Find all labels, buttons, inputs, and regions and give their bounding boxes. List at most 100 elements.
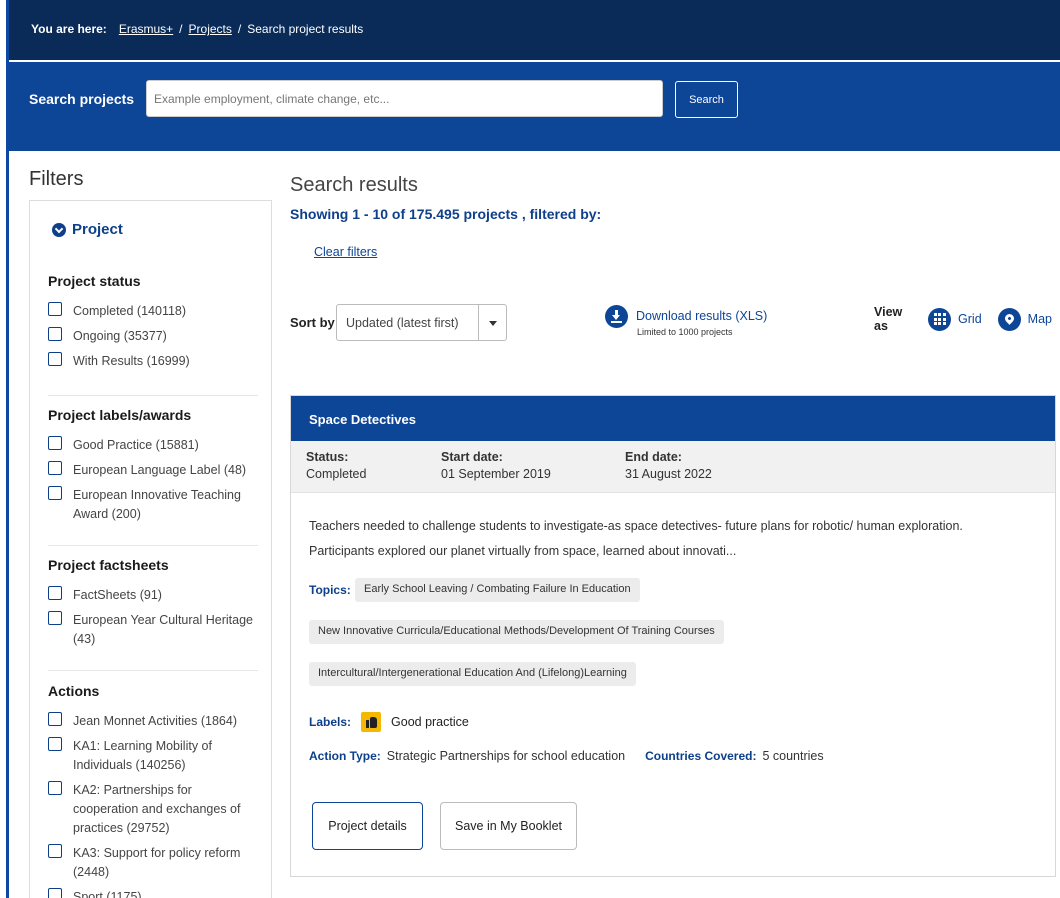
filter-checkbox-factsheets[interactable]: FactSheets (91) — [48, 586, 258, 605]
project-labels: Labels: Good practice — [309, 712, 469, 732]
filter-checkbox-jean-monnet[interactable]: Jean Monnet Activities (1864) — [48, 712, 258, 731]
topic-tag: Intercultural/Intergenerational Educatio… — [309, 662, 636, 686]
project-meta: Status: Completed Start date: 01 Septemb… — [291, 441, 1055, 493]
clear-filters-link[interactable]: Clear filters — [314, 245, 377, 259]
filter-label: KA3: Support for policy reform (2448) — [73, 846, 241, 879]
filter-label: European Innovative Teaching Award (200) — [73, 488, 241, 521]
project-title[interactable]: Space Detectives — [291, 396, 1055, 441]
checkbox[interactable] — [48, 352, 62, 366]
filter-group-actions: Actions Jean Monnet Activities (1864) KA… — [48, 683, 258, 898]
search-button[interactable]: Search — [675, 81, 738, 118]
download-icon — [605, 305, 628, 328]
filter-label: With Results (16999) — [73, 354, 190, 368]
filters-panel: Project Project status Completed (140118… — [29, 200, 272, 898]
filter-checkbox-ka1[interactable]: KA1: Learning Mobility of Individuals (1… — [48, 737, 258, 775]
sort-selected-value: Updated (latest first) — [346, 315, 459, 330]
filter-group-factsheets: Project factsheets FactSheets (91) Europ… — [48, 557, 258, 655]
checkbox[interactable] — [48, 712, 62, 726]
filter-group-status: Project status Completed (140118) Ongoin… — [48, 273, 258, 377]
project-status: Status: Completed — [306, 449, 366, 483]
breadcrumb-link-erasmus[interactable]: Erasmus+ — [119, 22, 173, 36]
view-as-label: View as — [874, 305, 903, 333]
sort-select[interactable]: Updated (latest first) — [336, 304, 507, 341]
filter-label: Completed (140118) — [73, 304, 187, 318]
checkbox[interactable] — [48, 327, 62, 341]
checkbox[interactable] — [48, 461, 62, 475]
breadcrumb-current: Search project results — [247, 22, 364, 36]
view-grid-label: Grid — [958, 312, 982, 326]
filter-checkbox-good-practice[interactable]: Good Practice (15881) — [48, 436, 258, 455]
checkbox[interactable] — [48, 302, 62, 316]
filter-group-labels: Project labels/awards Good Practice (158… — [48, 407, 258, 530]
checkbox[interactable] — [48, 486, 62, 500]
topics-label: Topics: — [309, 583, 351, 597]
filter-checkbox-innovative-teaching[interactable]: European Innovative Teaching Award (200) — [48, 486, 258, 524]
filter-label: European Year Cultural Heritage (43) — [73, 613, 253, 646]
checkbox[interactable] — [48, 781, 62, 795]
view-map-button[interactable]: Map — [997, 307, 1052, 331]
filter-section-project-toggle[interactable]: Project — [52, 221, 123, 238]
filter-group-title: Project factsheets — [48, 557, 169, 573]
caret-down-icon[interactable] — [478, 305, 506, 340]
search-input[interactable] — [146, 80, 663, 117]
left-edge-stripe — [0, 0, 9, 898]
search-label: Search projects — [29, 91, 135, 107]
filter-group-title: Project status — [48, 273, 141, 289]
filter-group-title: Actions — [48, 683, 100, 699]
breadcrumb: You are here: Erasmus+ / Projects / Sear… — [31, 22, 363, 36]
download-note: Limited to 1000 projects — [637, 327, 733, 337]
view-map-label: Map — [1027, 312, 1052, 326]
filter-checkbox-ongoing[interactable]: Ongoing (35377) — [48, 327, 258, 346]
filter-group-title: Project labels/awards — [48, 407, 192, 423]
map-pin-icon — [997, 307, 1021, 331]
save-booklet-button[interactable]: Save in My Booklet — [440, 802, 577, 850]
filter-label: FactSheets (91) — [73, 588, 162, 602]
end-date-label: End date: — [625, 450, 682, 464]
checkbox[interactable] — [48, 737, 62, 751]
filter-checkbox-language-label[interactable]: European Language Label (48) — [48, 461, 258, 480]
filter-checkbox-ka3[interactable]: KA3: Support for policy reform (2448) — [48, 844, 258, 882]
thumbs-up-icon — [361, 712, 382, 732]
filter-checkbox-completed[interactable]: Completed (140118) — [48, 302, 258, 321]
breadcrumb-separator: / — [179, 22, 183, 36]
project-action-type: Action Type: Strategic Partnerships for … — [309, 749, 824, 763]
download-results-link[interactable]: Download results (XLS) Limited to 1000 p… — [605, 305, 767, 337]
breadcrumb-link-projects[interactable]: Projects — [189, 22, 232, 36]
filter-checkbox-with-results[interactable]: With Results (16999) — [48, 352, 258, 371]
search-bar: Search projects Search — [9, 62, 1060, 151]
countries-value: 5 countries — [762, 749, 824, 763]
label-value: Good practice — [391, 715, 469, 729]
filter-checkbox-sport[interactable]: Sport (1175) — [48, 888, 258, 898]
action-type-label: Action Type: — [309, 749, 381, 763]
filter-divider — [48, 545, 258, 546]
end-date-value: 31 August 2022 — [625, 467, 712, 481]
checkbox[interactable] — [48, 611, 62, 625]
project-start-date: Start date: 01 September 2019 — [441, 449, 551, 483]
view-grid-button[interactable]: Grid — [928, 307, 982, 331]
checkbox[interactable] — [48, 844, 62, 858]
status-label: Status: — [306, 450, 349, 464]
download-label[interactable]: Download results (XLS) — [636, 309, 767, 323]
filter-checkbox-cultural-heritage[interactable]: European Year Cultural Heritage (43) — [48, 611, 258, 649]
chevron-down-icon — [52, 222, 66, 237]
checkbox[interactable] — [48, 586, 62, 600]
topic-tag: Early School Leaving / Combating Failure… — [355, 578, 640, 602]
project-details-button[interactable]: Project details — [312, 802, 423, 850]
countries-label: Countries Covered: — [645, 749, 757, 763]
checkbox[interactable] — [48, 436, 62, 450]
filter-label: European Language Label (48) — [73, 463, 247, 477]
filter-checkbox-ka2[interactable]: KA2: Partnerships for cooperation and ex… — [48, 781, 258, 838]
project-description: Teachers needed to challenge students to… — [309, 519, 963, 558]
filter-divider — [48, 670, 258, 671]
grid-icon — [928, 307, 952, 331]
results-title: Search results — [290, 174, 418, 196]
breadcrumb-prefix: You are here: — [31, 22, 107, 36]
breadcrumb-bar: You are here: Erasmus+ / Projects / Sear… — [9, 0, 1060, 60]
labels-label: Labels: — [309, 715, 352, 729]
filter-section-label: Project — [72, 221, 123, 238]
status-value: Completed — [306, 467, 367, 481]
checkbox[interactable] — [48, 888, 62, 898]
project-card: Space Detectives Status: Completed Start… — [290, 395, 1056, 877]
filter-label: KA1: Learning Mobility of Individuals (1… — [73, 739, 212, 772]
action-type-value: Strategic Partnerships for school educat… — [386, 749, 626, 763]
